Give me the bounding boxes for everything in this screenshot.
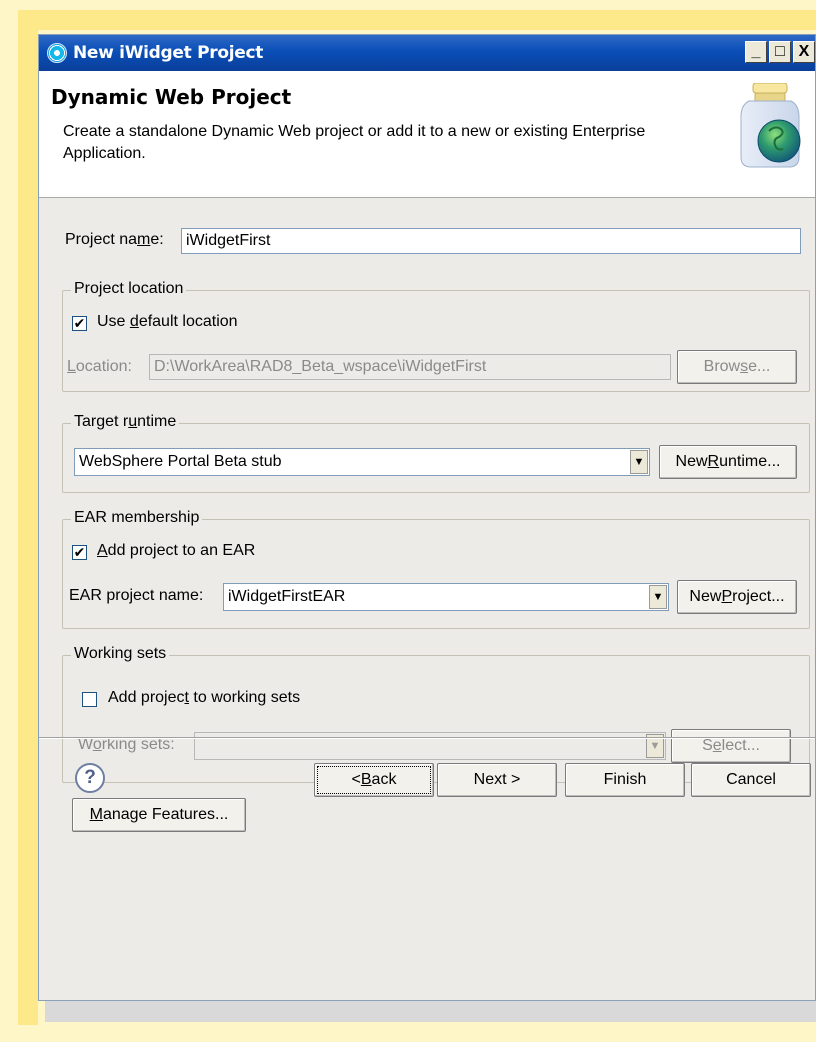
page-title: Dynamic Web Project <box>51 85 292 109</box>
globe-jar-icon <box>740 83 801 168</box>
new-runtime-button[interactable]: New Runtime... <box>659 445 797 479</box>
add-to-working-sets-checkbox[interactable] <box>82 692 97 707</box>
target-runtime-group: Target runtime WebSphere Portal Beta stu… <box>62 413 810 493</box>
cancel-button[interactable]: Cancel <box>691 763 811 797</box>
add-to-ear-label[interactable]: Add project to an EAR <box>97 542 255 560</box>
browse-button[interactable]: Brow s e... <box>677 350 797 384</box>
project-name-input[interactable]: iWidgetFirst <box>181 228 801 254</box>
window-shadow <box>45 1000 816 1022</box>
app-icon <box>47 43 67 63</box>
project-location-group: Project location ✔ Use default location … <box>62 280 810 392</box>
add-to-working-sets-label[interactable]: Add project to working sets <box>108 689 300 707</box>
close-button[interactable]: X <box>793 41 815 63</box>
title-bar[interactable]: New iWidget Project _ □ X <box>39 35 815 71</box>
ear-membership-legend: EAR membership <box>71 509 203 527</box>
ear-project-name-label: EAR project name: <box>69 587 204 604</box>
backdrop-left <box>18 10 38 1025</box>
add-to-ear-checkbox[interactable]: ✔ <box>72 545 87 560</box>
minimize-button[interactable]: _ <box>745 41 767 63</box>
manage-features-button[interactable]: Manage Features... <box>72 798 246 832</box>
next-button[interactable]: Next > <box>437 763 557 797</box>
use-default-location-checkbox[interactable]: ✔ <box>72 316 87 331</box>
page-description: Create a standalone Dynamic Web project … <box>63 123 646 162</box>
working-sets-legend: Working sets <box>71 645 170 663</box>
project-location-legend: Project location <box>71 280 187 298</box>
finish-button[interactable]: Finish <box>565 763 685 797</box>
help-icon[interactable]: ? <box>75 763 105 793</box>
footer-separator <box>39 737 815 739</box>
backdrop-top <box>18 10 816 30</box>
window-controls: _ □ X <box>745 41 815 63</box>
target-runtime-legend: Target runtime <box>71 413 180 431</box>
maximize-button[interactable]: □ <box>769 41 791 63</box>
new-project-button[interactable]: New Project... <box>677 580 797 614</box>
use-default-location-label[interactable]: Use default location <box>97 313 238 331</box>
ear-membership-group: EAR membership ✔ Add project to an EAR E… <box>62 509 810 629</box>
select-button[interactable]: Se lect... <box>671 729 791 763</box>
target-runtime-select[interactable]: WebSphere Portal Beta stub ▼ <box>74 448 650 476</box>
new-iwidget-project-dialog: New iWidget Project _ □ X Dynamic Web Pr… <box>38 34 816 1001</box>
ear-project-value: iWidgetFirstEAR <box>228 588 346 605</box>
back-button[interactable]: < Back <box>314 763 434 797</box>
window-title: New iWidget Project <box>73 43 264 63</box>
target-runtime-value: WebSphere Portal Beta stub <box>79 453 282 470</box>
chevron-down-icon[interactable]: ▼ <box>630 450 648 474</box>
chevron-down-icon[interactable]: ▼ <box>649 585 667 609</box>
project-name-label: Project name: <box>65 231 164 248</box>
location-input[interactable]: D:\WorkArea\RAD8_Beta_wspace\iWidgetFirs… <box>149 354 671 380</box>
ear-project-select[interactable]: iWidgetFirstEAR ▼ <box>223 583 669 611</box>
wizard-header: Dynamic Web Project Create a standalone … <box>39 71 815 198</box>
location-label: Location: <box>67 358 132 375</box>
